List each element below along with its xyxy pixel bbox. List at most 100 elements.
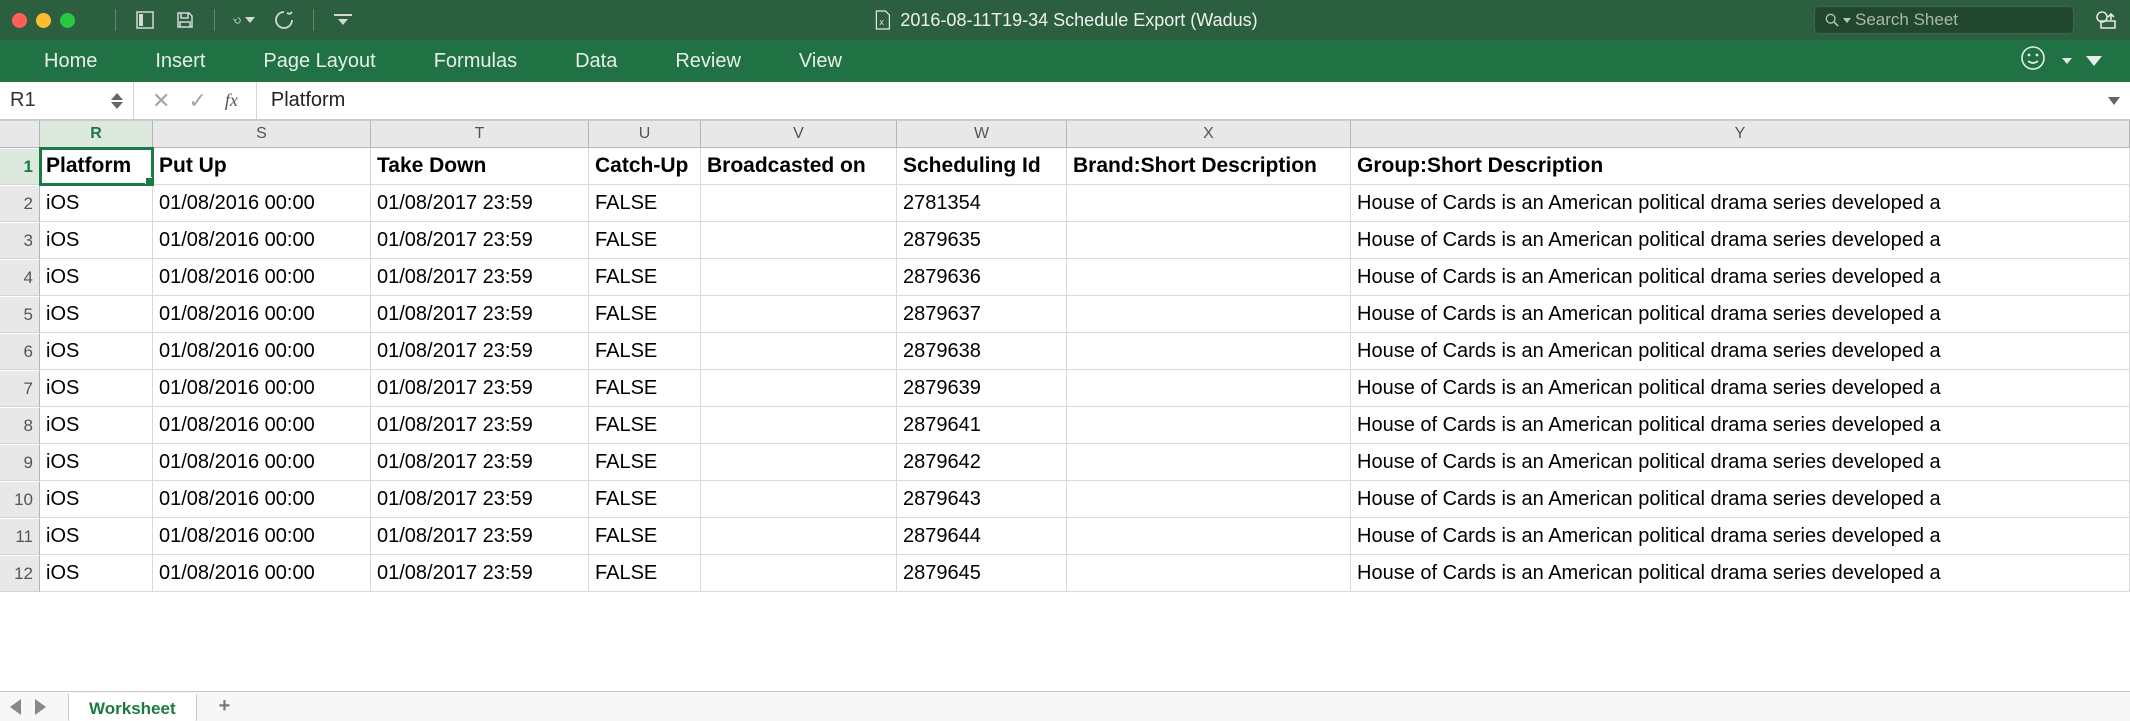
cell[interactable]: FALSE [589, 481, 701, 518]
row-header[interactable]: 7 [0, 370, 40, 407]
row-header[interactable]: 2 [0, 185, 40, 222]
cell[interactable] [1067, 481, 1351, 518]
cell[interactable]: FALSE [589, 333, 701, 370]
cell[interactable]: House of Cards is an American political … [1351, 407, 2130, 444]
row-header[interactable]: 1 [0, 148, 40, 185]
close-window-button[interactable] [12, 13, 27, 28]
cell[interactable] [1067, 259, 1351, 296]
cell[interactable]: 01/08/2017 23:59 [371, 333, 589, 370]
cell[interactable]: FALSE [589, 259, 701, 296]
column-header[interactable]: U [589, 120, 701, 147]
cell[interactable]: House of Cards is an American political … [1351, 185, 2130, 222]
zoom-window-button[interactable] [60, 13, 75, 28]
cell[interactable]: House of Cards is an American political … [1351, 296, 2130, 333]
collapse-ribbon-button[interactable] [2086, 56, 2102, 66]
cell[interactable] [701, 370, 897, 407]
add-sheet-button[interactable]: + [211, 695, 239, 718]
cell[interactable]: iOS [40, 185, 153, 222]
cell[interactable]: iOS [40, 555, 153, 592]
cell[interactable]: 2879645 [897, 555, 1067, 592]
ribbon-tab-home[interactable]: Home [40, 42, 101, 81]
cell[interactable] [701, 185, 897, 222]
cell[interactable]: 2879637 [897, 296, 1067, 333]
save-icon[interactable] [174, 9, 196, 31]
cell[interactable]: iOS [40, 481, 153, 518]
cell[interactable]: FALSE [589, 296, 701, 333]
cell[interactable]: 01/08/2017 23:59 [371, 370, 589, 407]
cell[interactable]: 2879642 [897, 444, 1067, 481]
name-box-spinner[interactable] [111, 93, 123, 109]
customize-qat-icon[interactable] [332, 9, 354, 31]
ribbon-tab-insert[interactable]: Insert [151, 42, 209, 81]
cell[interactable] [701, 444, 897, 481]
cell[interactable]: 01/08/2017 23:59 [371, 185, 589, 222]
cell[interactable]: 01/08/2017 23:59 [371, 444, 589, 481]
cell[interactable]: 01/08/2017 23:59 [371, 407, 589, 444]
cell[interactable] [1067, 185, 1351, 222]
cell[interactable]: iOS [40, 296, 153, 333]
row-header[interactable]: 10 [0, 481, 40, 518]
autosave-icon[interactable] [134, 9, 156, 31]
cell[interactable]: 01/08/2017 23:59 [371, 222, 589, 259]
cell[interactable] [1067, 555, 1351, 592]
cell[interactable]: Take Down [371, 148, 589, 185]
cell[interactable] [701, 518, 897, 555]
cell[interactable] [701, 481, 897, 518]
cell[interactable]: iOS [40, 222, 153, 259]
sheet-tab-active[interactable]: Worksheet [68, 693, 197, 721]
row-header[interactable]: 4 [0, 259, 40, 296]
cell[interactable] [1067, 333, 1351, 370]
cell[interactable]: House of Cards is an American political … [1351, 481, 2130, 518]
cell[interactable]: 01/08/2016 00:00 [153, 407, 371, 444]
cell[interactable]: 01/08/2017 23:59 [371, 555, 589, 592]
row-header[interactable]: 3 [0, 222, 40, 259]
cell[interactable]: iOS [40, 444, 153, 481]
search-box[interactable] [1814, 6, 2074, 34]
expand-formula-bar-icon[interactable] [2108, 97, 2120, 105]
cell[interactable]: Platform [40, 148, 153, 185]
ribbon-tab-view[interactable]: View [795, 42, 846, 81]
undo-icon[interactable] [233, 9, 255, 31]
cell[interactable]: iOS [40, 333, 153, 370]
spreadsheet-grid[interactable]: RSTUVWXY 1PlatformPut UpTake DownCatch-U… [0, 120, 2130, 691]
cell[interactable]: House of Cards is an American political … [1351, 333, 2130, 370]
ribbon-tab-data[interactable]: Data [571, 42, 621, 81]
minimize-window-button[interactable] [36, 13, 51, 28]
ribbon-tab-review[interactable]: Review [671, 42, 745, 81]
feedback-icon[interactable] [2020, 45, 2046, 77]
cell[interactable]: 01/08/2016 00:00 [153, 259, 371, 296]
cell[interactable]: House of Cards is an American political … [1351, 518, 2130, 555]
cell[interactable]: 01/08/2016 00:00 [153, 481, 371, 518]
cancel-edit-icon[interactable]: ✕ [152, 88, 170, 114]
cell[interactable]: Broadcasted on [701, 148, 897, 185]
cell[interactable]: 2879636 [897, 259, 1067, 296]
cell[interactable]: 2879638 [897, 333, 1067, 370]
column-header[interactable]: Y [1351, 120, 2130, 147]
cell[interactable]: 2879639 [897, 370, 1067, 407]
cell[interactable]: Put Up [153, 148, 371, 185]
cell[interactable]: 2879643 [897, 481, 1067, 518]
cell[interactable]: 2879635 [897, 222, 1067, 259]
cell[interactable] [1067, 518, 1351, 555]
cell[interactable]: iOS [40, 259, 153, 296]
cell[interactable] [1067, 407, 1351, 444]
row-header[interactable]: 8 [0, 407, 40, 444]
cell[interactable]: Brand:Short Description [1067, 148, 1351, 185]
cell[interactable]: 01/08/2016 00:00 [153, 333, 371, 370]
ribbon-tab-page-layout[interactable]: Page Layout [259, 42, 379, 81]
row-header[interactable]: 5 [0, 296, 40, 333]
cell[interactable] [701, 333, 897, 370]
search-scope-caret-icon[interactable] [1843, 18, 1851, 23]
cell[interactable]: Catch-Up [589, 148, 701, 185]
cell[interactable]: Scheduling Id [897, 148, 1067, 185]
column-header[interactable]: V [701, 120, 897, 147]
cell[interactable]: FALSE [589, 370, 701, 407]
cell[interactable]: 01/08/2017 23:59 [371, 259, 589, 296]
cell[interactable]: FALSE [589, 185, 701, 222]
cell[interactable]: 01/08/2016 00:00 [153, 370, 371, 407]
column-header[interactable]: T [371, 120, 589, 147]
cell[interactable]: 01/08/2016 00:00 [153, 222, 371, 259]
cell[interactable]: 01/08/2017 23:59 [371, 518, 589, 555]
cell[interactable]: 01/08/2016 00:00 [153, 555, 371, 592]
cell[interactable] [1067, 296, 1351, 333]
